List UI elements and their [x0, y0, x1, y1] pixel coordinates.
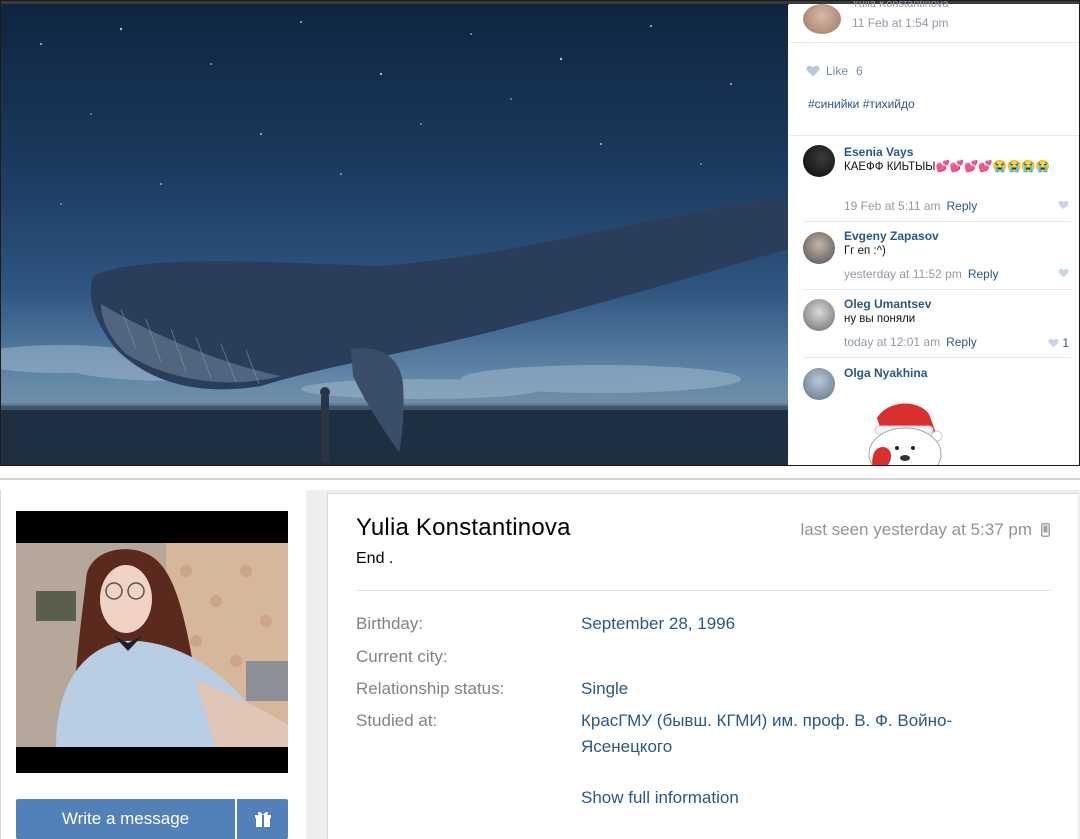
heart-icon	[1058, 268, 1069, 278]
comment-date[interactable]: today at 12:01 am	[844, 335, 940, 349]
profile-screenshot: Write a message Yulia Konstantinova End …	[0, 490, 1080, 839]
commenter-avatar[interactable]	[803, 145, 835, 177]
divider	[789, 42, 1079, 43]
commenter-name[interactable]: Olga Nyakhina	[844, 366, 927, 380]
comment-date[interactable]: 19 Feb at 5:11 am	[844, 199, 941, 213]
divider	[356, 590, 1051, 591]
gift-button[interactable]	[237, 799, 288, 839]
comment-date[interactable]: yesterday at 11:52 pm	[844, 267, 962, 281]
divider	[0, 478, 1080, 480]
gift-icon	[254, 811, 271, 827]
comment-text: Гг еп :^)	[844, 245, 886, 257]
sticker-polar-bear	[868, 403, 943, 465]
heart-icon	[1058, 200, 1069, 210]
info-label: Current city:	[356, 647, 448, 666]
profile-status: End .	[356, 550, 394, 567]
divider	[803, 221, 1071, 222]
profile-name: Yulia Konstantinova	[356, 514, 571, 541]
post-author-avatar[interactable]	[803, 4, 841, 34]
commenter-name[interactable]: Evgeny Zapasov	[844, 229, 939, 243]
info-label: Studied at:	[356, 711, 438, 730]
heart-icon	[806, 65, 820, 77]
post-author-name[interactable]: Yulia Konstantinova	[852, 1, 949, 10]
relationship-link[interactable]: Single	[581, 676, 1021, 702]
info-label: Relationship status:	[356, 679, 505, 698]
show-full-info-link[interactable]: Show full information	[581, 788, 739, 808]
like-button[interactable]: Like 6	[806, 64, 863, 78]
post-date[interactable]: 11 Feb at 1:54 pm	[852, 16, 949, 30]
comment-like-button[interactable]: 1	[1048, 336, 1069, 350]
profile-left-column: Write a message	[0, 490, 306, 839]
info-label: Birthday:	[356, 614, 424, 633]
birthday-link[interactable]: September 28, 1996	[581, 611, 1021, 637]
comment-like-button[interactable]	[1058, 268, 1069, 278]
write-message-button[interactable]: Write a message	[16, 799, 235, 839]
profile-photo-illustration	[16, 511, 288, 773]
post-screenshot: Yulia Konstantinova 11 Feb at 1:54 pm Li…	[0, 0, 1080, 466]
reply-button[interactable]: Reply	[946, 335, 977, 349]
reply-button[interactable]: Reply	[947, 199, 978, 213]
mobile-icon	[1041, 523, 1050, 537]
comment-like-count: 1	[1062, 336, 1069, 350]
last-seen-text: last seen yesterday at 5:37 pm	[800, 520, 1032, 539]
profile-info-card: Yulia Konstantinova End . last seen yest…	[327, 493, 1078, 839]
divider	[789, 135, 1079, 136]
commenter-avatar[interactable]	[803, 299, 835, 331]
divider	[803, 289, 1071, 290]
heart-icon	[1048, 338, 1059, 348]
comment-meta: today at 12:01 am Reply	[844, 335, 977, 349]
commenter-avatar[interactable]	[803, 232, 835, 264]
like-count: 6	[856, 64, 863, 78]
comment-like-button[interactable]	[1058, 200, 1069, 210]
commenter-name[interactable]: Oleg Umantsev	[844, 297, 931, 311]
comment-meta: yesterday at 11:52 pm Reply	[844, 267, 999, 281]
commenter-avatar[interactable]	[803, 368, 835, 400]
like-label: Like	[826, 64, 849, 78]
comment-meta: 19 Feb at 5:11 am Reply	[844, 199, 977, 213]
photo-illustration	[1, 21, 788, 465]
last-seen-status: last seen yesterday at 5:37 pm	[800, 520, 1050, 540]
divider	[803, 357, 1071, 358]
post-header: Yulia Konstantinova 11 Feb at 1:54 pm	[789, 1, 1079, 42]
comment-text: ну вы поняли	[844, 313, 916, 325]
comment-text: КАЕФФ КИЬТЫЫ💕💕💕💕😭😭😭😭	[844, 161, 1051, 173]
reply-button[interactable]: Reply	[968, 267, 999, 281]
comments-panel: Yulia Konstantinova 11 Feb at 1:54 pm Li…	[789, 1, 1079, 465]
post-hashtags[interactable]: #синийки #тихийдо	[808, 97, 915, 111]
post-photo-whale[interactable]	[1, 4, 788, 465]
university-link[interactable]: КрасГМУ (бывш. КГМИ) им. проф. В. Ф. Вой…	[581, 708, 1001, 760]
profile-photo[interactable]	[16, 511, 288, 773]
commenter-name[interactable]: Esenia Vays	[844, 145, 913, 159]
